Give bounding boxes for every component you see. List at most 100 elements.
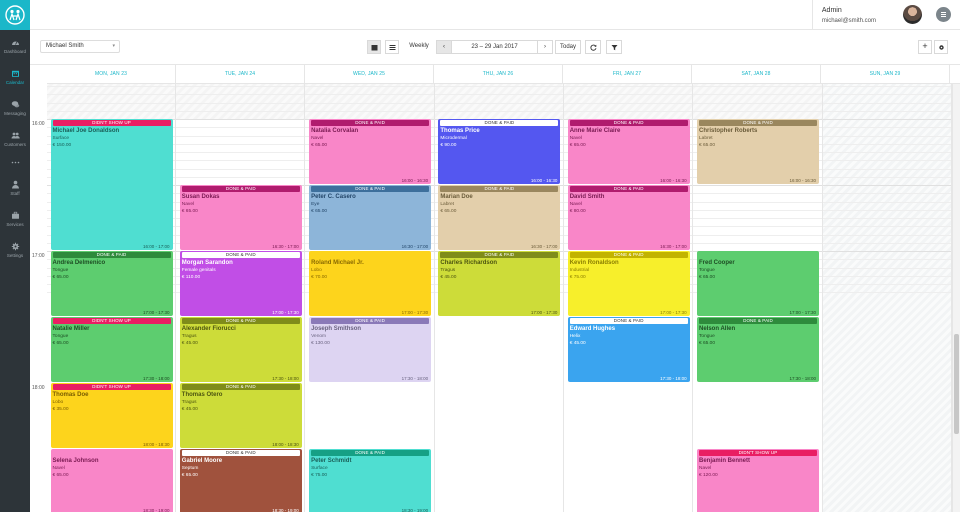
appointment-card[interactable]: DIDN'T SHOW UP Benjamin Bennett Navel € 120… bbox=[697, 449, 819, 512]
sidebar-item-messaging[interactable]: Messaging bbox=[0, 92, 30, 123]
menu-button[interactable] bbox=[936, 7, 951, 22]
service-name: Navel bbox=[311, 136, 324, 141]
day-header[interactable]: SUN, JAN 29 bbox=[821, 65, 950, 83]
prev-week-button[interactable]: ‹ bbox=[436, 40, 452, 54]
settings-button[interactable] bbox=[934, 40, 948, 54]
day-header[interactable]: TUE, JAN 24 bbox=[176, 65, 305, 83]
avatar[interactable] bbox=[903, 5, 922, 24]
appointment-card[interactable]: DONE & PAID Nelson Allen Tongue € 65.00 17:3… bbox=[697, 317, 819, 382]
sidebar-item-customers[interactable]: Customers bbox=[0, 123, 30, 154]
filter-button[interactable] bbox=[606, 40, 622, 54]
price: € 65.00 bbox=[699, 341, 716, 346]
price: € 75.00 bbox=[569, 275, 586, 280]
customer-name: Kevin Ronaldson bbox=[569, 260, 619, 266]
status-badge: DONE & PAID bbox=[699, 120, 817, 126]
add-button[interactable]: + bbox=[918, 40, 932, 54]
date-range[interactable]: 23 – 29 Jan 2017 bbox=[452, 40, 537, 54]
appointment-card[interactable]: Fred Cooper Tongue € 65.00 17:00 - 17:30 bbox=[697, 251, 819, 316]
calendar-toolbar: Michael Smith ▾ Weekly ‹ 23 – 29 Jan 2017… bbox=[30, 30, 960, 65]
service-name: Tongue bbox=[52, 268, 69, 273]
service-name: Helix bbox=[569, 334, 581, 339]
scrollbar[interactable] bbox=[952, 84, 960, 512]
appointment-card[interactable]: DIDN'T SHOW UP Thomas Doe Lobo € 35.00 18:00… bbox=[50, 383, 173, 448]
status-badge: DONE & PAID bbox=[311, 186, 430, 192]
status-badge: DONE & PAID bbox=[569, 318, 688, 324]
day-header[interactable]: MON, JAN 23 bbox=[47, 65, 176, 83]
appointment-card[interactable]: DONE & PAID Marian Doe Labret € 65.00 16:30 … bbox=[438, 185, 561, 250]
calendar-view-button[interactable] bbox=[367, 40, 381, 54]
view-mode-dropdown[interactable]: Weekly bbox=[404, 40, 434, 54]
sidebar-item-more[interactable] bbox=[0, 154, 30, 172]
appointment-card[interactable]: DONE & PAID Peter C. Casero Eye € 65.00 16:3… bbox=[309, 185, 432, 250]
day-header[interactable]: WED, JAN 25 bbox=[305, 65, 434, 83]
customer-name: Benjamin Bennett bbox=[699, 458, 751, 464]
customer-name: Charles Richardson bbox=[440, 260, 498, 266]
time-range: 17:00 - 17:30 bbox=[530, 310, 558, 315]
customer-name: Anne Marie Claire bbox=[569, 128, 621, 134]
service-name: Tragus bbox=[440, 268, 456, 273]
staff-select[interactable]: Michael Smith ▾ bbox=[40, 40, 120, 53]
time-range: 18:30 - 19:00 bbox=[401, 508, 429, 512]
sidebar-item-services[interactable]: Services bbox=[0, 203, 30, 234]
customer-name: Andrea Delmenico bbox=[52, 260, 106, 266]
next-week-button[interactable]: › bbox=[537, 40, 553, 54]
appointment-card[interactable]: DONE & PAID Joseph Smithson Venom € 130.00 1… bbox=[309, 317, 432, 382]
time-range: 17:30 - 18:00 bbox=[142, 376, 170, 381]
appointment-card[interactable]: DIDN'T SHOW UP Michael Joe Donaldson Surfa… bbox=[50, 119, 173, 250]
day-column[interactable] bbox=[823, 84, 952, 512]
today-button[interactable]: Today bbox=[555, 40, 581, 54]
price: € 45.00 bbox=[440, 275, 457, 280]
appointment-card[interactable]: DIDN'T SHOW UP Natalie Miller Tongue € 65.0… bbox=[50, 317, 173, 382]
scroll-thumb[interactable] bbox=[954, 334, 959, 434]
service-name: Tragus bbox=[181, 334, 197, 339]
sidebar-item-staff[interactable]: Staff bbox=[0, 172, 30, 203]
service-name: Lobo bbox=[311, 268, 322, 273]
appointment-card[interactable]: DONE & PAID Susan Dokas Navel € 65.00 16:30 … bbox=[179, 185, 302, 250]
appointment-card[interactable]: DONE & PAID Thomas Otero Tragus € 45.00 18:0… bbox=[179, 383, 302, 448]
appointment-card[interactable]: DONE & PAID Natalia Corvalan Navel € 65.00 1… bbox=[309, 119, 432, 184]
hour-label: 17:00 bbox=[32, 253, 45, 259]
appointment-card[interactable]: DONE & PAID Gabriel Moore Septum € 65.00 18:… bbox=[179, 449, 302, 512]
sidebar-item-settings[interactable]: Settings bbox=[0, 234, 30, 265]
list-view-button[interactable] bbox=[385, 40, 399, 54]
customer-name: Morgan Sarandon bbox=[181, 260, 233, 266]
status-badge: DIDN'T SHOW UP bbox=[52, 384, 171, 390]
refresh-button[interactable] bbox=[585, 40, 601, 54]
time-range: 18:00 - 18:30 bbox=[142, 442, 170, 447]
briefcase-icon bbox=[11, 211, 19, 219]
appointment-card[interactable]: DONE & PAID Peter Schmidt Surface € 75.00 18… bbox=[309, 449, 432, 512]
status-badge: DONE & PAID bbox=[181, 384, 300, 390]
status-badge: DONE & PAID bbox=[440, 120, 559, 126]
customer-name: Edward Hughes bbox=[569, 326, 616, 332]
sidebar-item-calendar[interactable]: Calendar bbox=[0, 61, 30, 92]
day-header[interactable]: THU, JAN 26 bbox=[434, 65, 563, 83]
day-header[interactable]: SAT, JAN 28 bbox=[692, 65, 821, 83]
appointment-card[interactable]: Roland Michael Jr. Lobo € 70.00 17:00 - 17:… bbox=[309, 251, 432, 316]
appointment-card[interactable]: DONE & PAID Edward Hughes Helix € 45.00 17:3… bbox=[567, 317, 690, 382]
appointment-card[interactable]: DONE & PAID Anne Marie Claire Navel € 65.00… bbox=[567, 119, 690, 184]
appointment-card[interactable]: DONE & PAID Morgan Sarandon Female genital… bbox=[179, 251, 302, 316]
status-badge: DONE & PAID bbox=[311, 450, 430, 456]
chevron-down-icon: ▾ bbox=[112, 43, 115, 49]
appointment-card[interactable]: DONE & PAID Kevin Ronaldson Industrial € 75… bbox=[567, 251, 690, 316]
appointment-card[interactable]: DONE & PAID Andrea Delmenico Tongue € 65.00… bbox=[50, 251, 173, 316]
user-info[interactable]: Admin michael@smith.com bbox=[822, 6, 876, 26]
hour-label: 16:00 bbox=[32, 121, 45, 127]
day-header[interactable]: FRI, JAN 27 bbox=[563, 65, 692, 83]
status-badge: DONE & PAID bbox=[440, 252, 559, 258]
app-logo[interactable] bbox=[0, 0, 30, 30]
staff-select-value: Michael Smith bbox=[46, 43, 84, 49]
service-name: Navel bbox=[699, 466, 712, 471]
hamburger-icon bbox=[941, 12, 946, 17]
appointment-card[interactable]: DONE & PAID Thomas Price Microdermal € 90.0… bbox=[438, 119, 561, 184]
time-range: 18:30 - 19:00 bbox=[272, 508, 299, 512]
customer-name: Alexander Fiorucci bbox=[181, 326, 236, 332]
appointment-card[interactable]: DONE & PAID Alexander Fiorucci Tragus € 45.… bbox=[179, 317, 302, 382]
sidebar-item-dashboard[interactable]: Dashboard bbox=[0, 30, 30, 61]
appointment-card[interactable]: DONE & PAID Christopher Roberts Labret € 65… bbox=[697, 119, 819, 184]
dashboard-icon bbox=[11, 41, 19, 45]
appointment-card[interactable]: DONE & PAID Charles Richardson Tragus € 45.… bbox=[438, 251, 561, 316]
appointment-card[interactable]: Selena Johnson Navel € 65.00 18:30 - 19:00 bbox=[50, 449, 173, 512]
time-range: 16:30 - 17:00 bbox=[660, 244, 687, 249]
appointment-card[interactable]: DONE & PAID David Smith Navel € 80.00 16:30 … bbox=[567, 185, 690, 250]
